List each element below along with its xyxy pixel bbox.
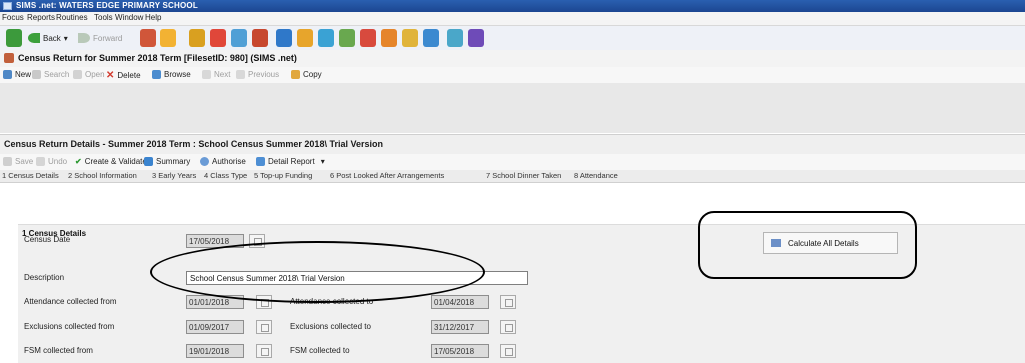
search-icon	[32, 70, 41, 79]
forward-arrow-icon	[78, 33, 90, 43]
summary-button[interactable]: Summary	[144, 157, 190, 166]
undo-icon	[36, 157, 45, 166]
window-title: SIMS .net: WATERS EDGE PRIMARY SCHOOL	[16, 1, 198, 10]
calendar-icon[interactable]	[318, 29, 334, 47]
tab-top-up-funding[interactable]: 5 Top-up Funding	[254, 171, 312, 180]
delete-icon: ✕	[106, 70, 115, 81]
delete-button[interactable]: ✕ Delete	[106, 70, 141, 81]
grid-icon[interactable]	[447, 29, 463, 47]
menu-focus[interactable]: Focus	[2, 13, 24, 22]
exclusions-from-field[interactable]: 01/09/2017	[186, 320, 244, 334]
home-icon[interactable]	[6, 29, 22, 47]
menu-routines[interactable]: Routines	[56, 13, 88, 22]
fsm-from-field[interactable]: 19/01/2018	[186, 344, 244, 358]
details-header: Census Return Details - Summer 2018 Term…	[0, 134, 1025, 155]
workspace-gap	[0, 83, 1025, 133]
previous-button[interactable]: Previous	[236, 70, 279, 79]
app-icon	[3, 2, 12, 10]
tab-post-looked-after[interactable]: 6 Post Looked After Arrangements	[330, 171, 444, 180]
menu-window[interactable]: Window	[115, 13, 143, 22]
calendar-icon[interactable]	[500, 295, 516, 309]
fsm-from-label: FSM collected from	[24, 346, 93, 355]
exclusions-to-label: Exclusions collected to	[290, 322, 371, 331]
person-icon[interactable]	[423, 29, 439, 47]
calendar-icon[interactable]	[256, 320, 272, 334]
chart-icon[interactable]	[276, 29, 292, 47]
chevron-down-icon: ▾	[63, 33, 68, 43]
next-icon	[202, 70, 211, 79]
authorise-icon	[200, 157, 209, 166]
exclusions-from-label: Exclusions collected from	[24, 322, 115, 331]
edit-icon[interactable]	[339, 29, 355, 47]
menu-bar: Focus Reports Routines Tools Window Help	[0, 12, 1025, 26]
chevron-down-icon: ▾	[320, 157, 325, 166]
computer-icon[interactable]	[231, 29, 247, 47]
calendar-icon[interactable]	[500, 320, 516, 334]
tab-attendance[interactable]: 8 Attendance	[574, 171, 618, 180]
fsm-to-label: FSM collected to	[290, 346, 350, 355]
details-title: Census Return Details - Summer 2018 Term…	[4, 139, 383, 149]
book-icon[interactable]	[189, 29, 205, 47]
forward-button[interactable]: Forward	[78, 30, 122, 46]
copy-icon	[291, 70, 300, 79]
open-button[interactable]: Open	[73, 70, 105, 79]
tab-class-type[interactable]: 4 Class Type	[204, 171, 247, 180]
tab-early-years[interactable]: 3 Early Years	[152, 171, 196, 180]
description-label: Description	[24, 273, 65, 282]
search-button[interactable]: Search	[32, 70, 69, 79]
fileset-actions: New Search Open ✕ Delete Browse Next Prev…	[0, 67, 1025, 84]
window-titlebar: SIMS .net: WATERS EDGE PRIMARY SCHOOL	[0, 0, 1025, 12]
fsm-to-field[interactable]: 17/05/2018	[431, 344, 489, 358]
tab-school-dinner-taken[interactable]: 7 School Dinner Taken	[486, 171, 561, 180]
tab-census-details[interactable]: 1 Census Details	[2, 171, 59, 180]
detail-report-button[interactable]: Detail Report ▾	[256, 157, 325, 166]
browse-button[interactable]: Browse	[152, 70, 191, 79]
clock-icon[interactable]	[402, 29, 418, 47]
tab-school-information[interactable]: 2 School Information	[68, 171, 137, 180]
document-icon[interactable]	[252, 29, 268, 47]
attendance-from-label: Attendance collected from	[24, 297, 117, 306]
attendance-to-field[interactable]: 01/04/2018	[431, 295, 489, 309]
census-tabs: 1 Census Details 2 School Information 3 …	[0, 170, 1025, 183]
annotation-oval	[150, 241, 485, 303]
calendar-icon[interactable]	[500, 344, 516, 358]
check-icon: ✔	[75, 157, 82, 166]
save-icon	[3, 157, 12, 166]
save-button[interactable]: Save	[3, 157, 33, 166]
users-icon[interactable]	[360, 29, 376, 47]
menu-reports[interactable]: Reports	[27, 13, 55, 22]
report-icon[interactable]	[297, 29, 313, 47]
report-list-icon	[256, 157, 265, 166]
authorise-button[interactable]: Authorise	[200, 157, 246, 166]
summary-icon	[144, 157, 153, 166]
calendar-icon[interactable]	[256, 344, 272, 358]
new-button[interactable]: New	[3, 70, 31, 79]
fileset-header: Census Return for Summer 2018 Term [File…	[0, 50, 1025, 68]
school-icon[interactable]	[381, 29, 397, 47]
undo-button[interactable]: Undo	[36, 157, 67, 166]
open-icon	[73, 70, 82, 79]
next-button[interactable]: Next	[202, 70, 230, 79]
menu-help[interactable]: Help	[145, 13, 161, 22]
flag-icon[interactable]	[210, 29, 226, 47]
details-actions: Save Undo ✔ Create & Validate Summary Aut…	[0, 154, 1025, 170]
browse-icon	[152, 70, 161, 79]
page-title: Census Return for Summer 2018 Term [File…	[18, 53, 297, 63]
people-icon[interactable]	[140, 29, 156, 47]
new-icon	[3, 70, 12, 79]
annotation-rounded-rect	[698, 211, 917, 279]
main-toolbar: Back ▾ Forward	[0, 26, 1025, 51]
exclusions-to-field[interactable]: 31/12/2017	[431, 320, 489, 334]
back-button[interactable]: Back ▾	[28, 30, 68, 46]
back-arrow-icon	[28, 33, 40, 43]
census-icon	[4, 53, 14, 63]
create-validate-button[interactable]: ✔ Create & Validate	[75, 157, 147, 166]
census-date-label: Census Date	[24, 235, 71, 244]
copy-button[interactable]: Copy	[291, 70, 322, 79]
previous-icon	[236, 70, 245, 79]
menu-tools[interactable]: Tools	[94, 13, 113, 22]
window-icon[interactable]	[468, 29, 484, 47]
bulb-icon[interactable]	[160, 29, 176, 47]
